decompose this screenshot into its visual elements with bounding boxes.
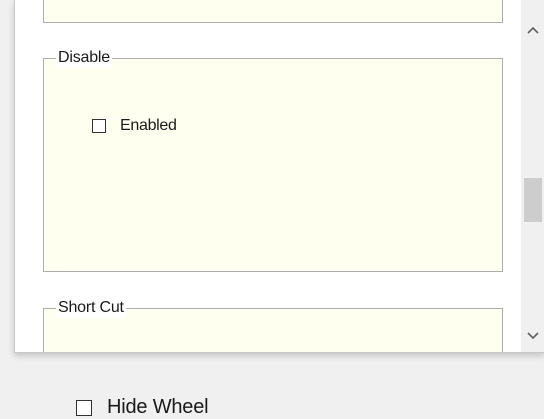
- settings-window: Disable Enabled Short Cut Hide Wheel: [0, 0, 544, 419]
- scroll-down-button[interactable]: [521, 324, 544, 348]
- hide-wheel-option[interactable]: Hide Wheel: [76, 396, 209, 419]
- hide-wheel-checkbox[interactable]: [76, 399, 92, 416]
- short-cut-group: Short Cut: [43, 298, 503, 352]
- settings-scroll-panel[interactable]: Disable Enabled Short Cut: [14, 0, 544, 353]
- hide-wheel-label[interactable]: Hide Wheel: [107, 396, 209, 419]
- scrollbar-thumb[interactable]: [524, 178, 542, 222]
- disable-group: Disable Enabled: [43, 48, 503, 272]
- enabled-checkbox[interactable]: [92, 119, 106, 133]
- scroll-up-button[interactable]: [521, 18, 544, 42]
- previous-group-box: [43, 0, 503, 23]
- chevron-down-icon: [527, 332, 539, 340]
- short-cut-group-legend: Short Cut: [56, 298, 126, 318]
- vertical-scrollbar[interactable]: [521, 0, 544, 352]
- enabled-label[interactable]: Enabled: [120, 117, 177, 135]
- enabled-option[interactable]: Enabled: [92, 117, 177, 135]
- settings-scroll-content: Disable Enabled Short Cut: [15, 0, 521, 352]
- chevron-up-icon: [527, 26, 539, 34]
- disable-group-legend: Disable: [56, 48, 112, 68]
